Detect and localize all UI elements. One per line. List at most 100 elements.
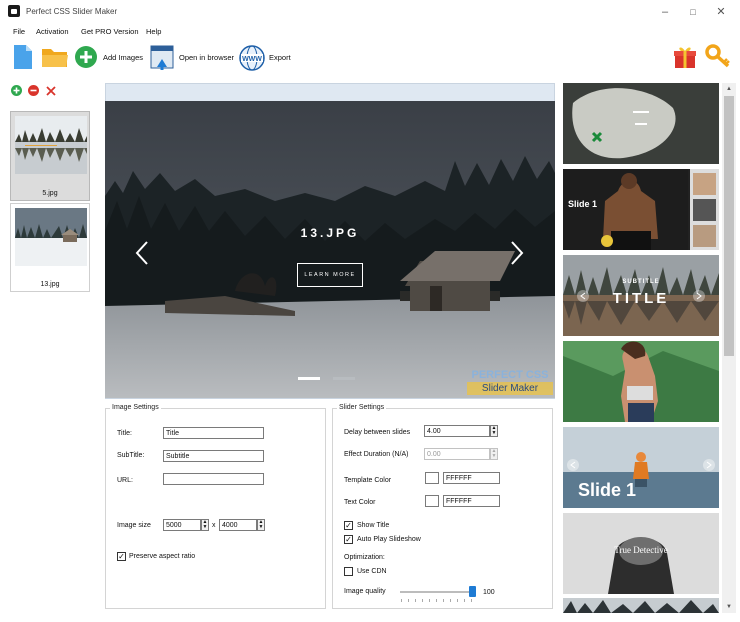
slider-settings-group — [332, 408, 553, 609]
thumbnail-card[interactable]: 13.jpg — [10, 203, 90, 292]
template-thumbnail[interactable] — [563, 83, 719, 164]
scroll-up-icon[interactable]: ▲ — [722, 83, 736, 95]
image-width-input[interactable]: 5000 — [163, 519, 201, 531]
template-thumbnail[interactable] — [563, 341, 719, 422]
thumbnail-image — [15, 208, 87, 266]
duration-label: Effect Duration (N/A) — [344, 451, 409, 458]
delay-input[interactable]: 4.00 — [424, 425, 490, 437]
clear-all-icon[interactable] — [46, 86, 56, 96]
thumbnail-label: 13.jpg — [40, 281, 60, 288]
export-label: Export — [269, 53, 291, 62]
open-in-browser-button[interactable]: Open in browser — [150, 45, 235, 71]
template-slide-text: True Detective — [614, 545, 668, 555]
globe-www-icon: WWW — [239, 45, 265, 71]
template-preview-image — [563, 598, 719, 613]
template-slide-text: Slide 1 — [578, 480, 637, 500]
title-bar: Perfect CSS Slider Maker – □ ✕ — [0, 0, 740, 24]
show-title-checkbox[interactable]: ✓ — [344, 521, 353, 530]
template-subtitle-text: SUBTITLE — [622, 279, 660, 285]
size-separator: x — [212, 522, 216, 529]
template-thumbnail[interactable]: SUBTITLE TITLE — [563, 255, 719, 336]
template-thumbnail[interactable]: Slide 1 — [563, 169, 719, 250]
close-icon[interactable]: ✕ — [714, 5, 728, 19]
autoplay-checkbox[interactable]: ✓ — [344, 535, 353, 544]
quality-slider-track[interactable] — [400, 591, 476, 593]
template-preview-image — [563, 341, 719, 422]
thumbnail-card[interactable]: 5.jpg — [10, 111, 90, 201]
quality-slider-thumb[interactable] — [469, 586, 476, 597]
thumbnail-label: 5.jpg — [42, 190, 58, 197]
maximize-icon[interactable]: □ — [686, 5, 700, 19]
use-cdn-checkbox[interactable] — [344, 567, 353, 576]
learn-more-button[interactable]: LEARN MORE — [297, 263, 363, 287]
width-spinner[interactable]: ▲ ▼ — [201, 519, 209, 531]
menu-help[interactable]: Help — [146, 27, 161, 36]
add-slide-icon[interactable] — [11, 85, 22, 96]
text-color-label: Text Color — [344, 499, 376, 506]
key-icon — [705, 44, 730, 68]
gift-icon — [674, 47, 696, 68]
template-color-label: Template Color — [344, 477, 392, 484]
optimization-label: Optimization: — [344, 554, 385, 561]
preserve-aspect-checkbox[interactable]: ✓ — [117, 552, 126, 561]
key-button[interactable] — [705, 44, 731, 68]
template-color-input[interactable]: FFFFFF — [443, 472, 500, 484]
subtitle-input[interactable]: Subtitle — [163, 450, 264, 462]
svg-text:WWW: WWW — [242, 56, 262, 63]
title-label: Title: — [117, 430, 132, 437]
image-quality-label: Image quality — [344, 588, 386, 595]
scroll-down-icon[interactable]: ▼ — [722, 601, 736, 613]
template-color-swatch[interactable] — [425, 472, 439, 484]
title-input[interactable]: Title — [163, 427, 264, 439]
template-thumbnail[interactable]: True Detective — [563, 513, 719, 594]
open-in-browser-label: Open in browser — [179, 53, 235, 62]
delay-label: Delay between slides — [344, 429, 411, 436]
quality-value: 100 — [483, 589, 495, 596]
gift-button[interactable] — [674, 45, 696, 69]
template-thumbnail[interactable] — [563, 598, 719, 613]
url-input[interactable] — [163, 473, 264, 485]
slide-preview[interactable]: 13.JPG LEARN MORE PERFECT CSS Slider Mak… — [105, 101, 555, 398]
template-preview-image — [563, 83, 719, 164]
slide-indicator-active[interactable] — [298, 377, 320, 380]
watermark-subtitle: Slider Maker — [467, 382, 553, 395]
export-button[interactable]: WWW Export — [239, 45, 294, 71]
template-slide-text: Slide 1 — [568, 199, 598, 209]
text-color-swatch[interactable] — [425, 495, 439, 507]
template-preview-image — [563, 169, 719, 250]
template-thumbnail[interactable]: Slide 1 — [563, 427, 719, 508]
folder-icon — [42, 49, 68, 67]
prev-arrow-icon[interactable] — [135, 240, 149, 266]
slide-indicator[interactable] — [333, 377, 355, 380]
browser-icon — [150, 45, 174, 70]
remove-slide-icon[interactable] — [28, 85, 39, 96]
show-title-label: Show Title — [357, 522, 390, 529]
slider-settings-title: Slider Settings — [337, 404, 387, 411]
delay-spinner[interactable]: ▲ ▼ — [490, 425, 498, 437]
preserve-aspect-label: Preserve aspect ratio — [129, 553, 196, 560]
next-arrow-icon[interactable] — [510, 240, 524, 266]
image-settings-title: Image Settings — [110, 404, 161, 411]
minimize-icon[interactable]: – — [658, 5, 672, 19]
height-spinner[interactable]: ▲ ▼ — [257, 519, 265, 531]
image-height-input[interactable]: 4000 — [219, 519, 257, 531]
scrollbar-thumb[interactable] — [724, 96, 734, 356]
duration-input: 0.00 — [424, 448, 490, 460]
thumbnail-image — [15, 116, 87, 174]
new-file-button[interactable] — [12, 44, 34, 70]
image-size-label: Image size — [117, 522, 151, 529]
menu-file[interactable]: File — [13, 27, 25, 36]
url-label: URL: — [117, 477, 133, 484]
slide-title: 13.JPG — [300, 226, 360, 240]
template-title-text: TITLE — [612, 290, 670, 307]
autoplay-label: Auto Play Slideshow — [357, 536, 421, 543]
open-folder-button[interactable] — [41, 46, 69, 68]
add-images-button[interactable]: Add Images — [74, 45, 144, 69]
menu-get-pro[interactable]: Get PRO Version — [81, 27, 139, 36]
add-images-label: Add Images — [103, 53, 144, 62]
use-cdn-label: Use CDN — [357, 568, 387, 575]
watermark-brand: PERFECT CSS — [471, 369, 549, 381]
window-title: Perfect CSS Slider Maker — [26, 7, 118, 16]
menu-activation[interactable]: Activation — [36, 27, 69, 36]
text-color-input[interactable]: FFFFFF — [443, 495, 500, 507]
